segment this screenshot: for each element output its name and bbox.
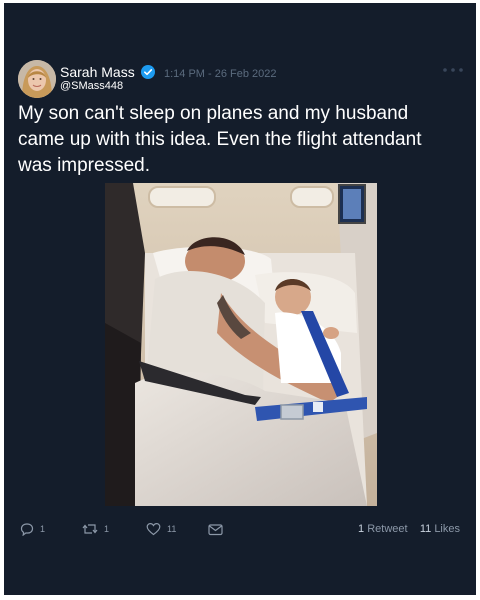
retweet-count: 1 xyxy=(104,524,110,534)
likes-total: 11 xyxy=(419,523,432,535)
retweet-icon xyxy=(82,524,98,534)
tweet-text: My son can't sleep on planes and my husb… xyxy=(18,103,422,176)
tweet-timestamp[interactable]: 1:14 PM - 26 Feb 2022 xyxy=(164,68,277,80)
likes-label[interactable]: Likes xyxy=(434,523,460,535)
more-dots-icon[interactable] xyxy=(441,65,465,75)
message-button[interactable] xyxy=(208,521,223,537)
tweet-photo[interactable] xyxy=(105,183,377,506)
verified-badge-icon xyxy=(141,65,155,79)
avatar-image xyxy=(18,60,56,98)
reply-count: 1 xyxy=(40,524,46,534)
airplane-photo xyxy=(105,183,377,506)
retweets-total: 1 xyxy=(358,523,365,535)
message-icon xyxy=(208,523,223,535)
heart-icon xyxy=(146,522,161,536)
reply-button[interactable]: 1 xyxy=(20,521,45,537)
retweet-button[interactable]: 1 xyxy=(82,521,109,537)
engagement-stats: 1 Retweet 11 Likes xyxy=(358,523,460,535)
author-avatar[interactable] xyxy=(18,60,56,98)
retweets-label[interactable]: Retweet xyxy=(367,523,407,535)
like-button[interactable]: 11 xyxy=(146,521,176,537)
reply-icon xyxy=(20,523,34,536)
tweet-card: Sarah Mass @SMass448 1:14 PM - 26 Feb 20… xyxy=(4,3,476,595)
author-handle[interactable]: @SMass448 xyxy=(60,80,123,92)
like-count: 11 xyxy=(167,524,177,534)
author-name[interactable]: Sarah Mass xyxy=(60,64,135,80)
